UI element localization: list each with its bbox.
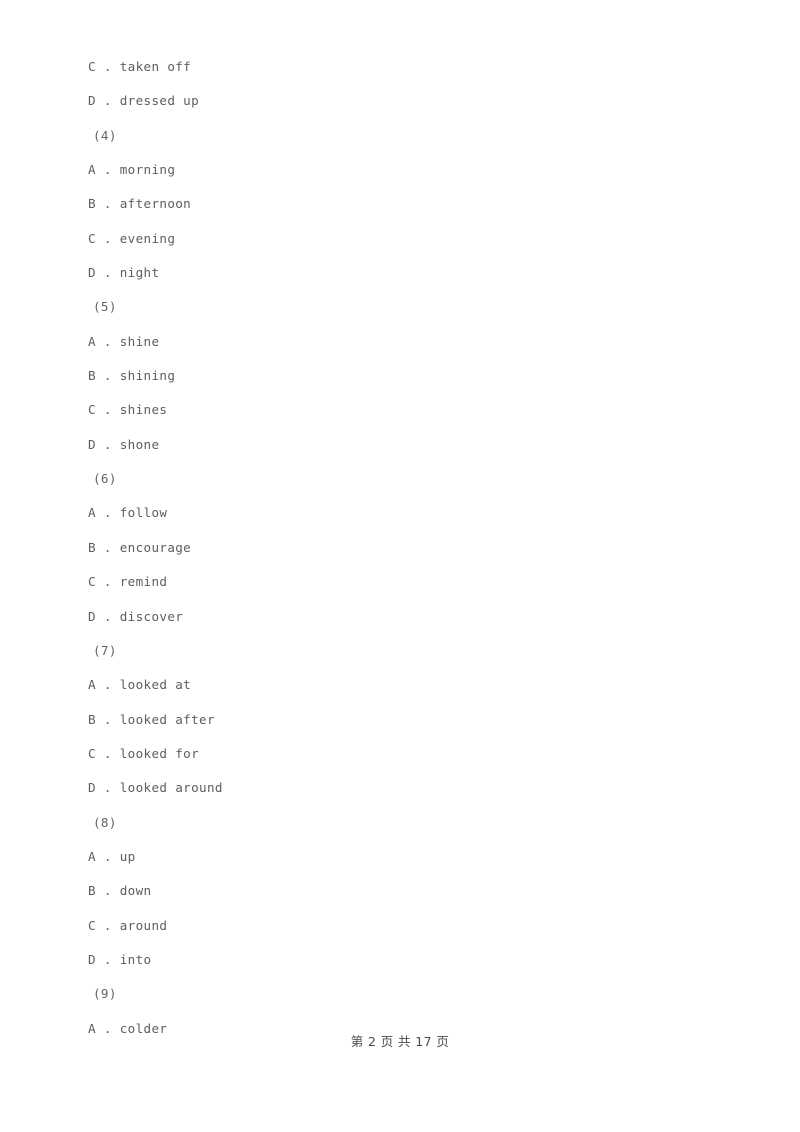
document-page: C . taken off D . dressed up (4) A . mornin… [0, 0, 800, 1132]
answer-option: D . discover [88, 608, 184, 624]
answer-option: C . remind [88, 574, 168, 590]
page-footer: 第 2 页 共 17 页 [350, 1034, 450, 1049]
answer-option: A . looked at [88, 677, 192, 693]
answer-option: B . encourage [88, 539, 192, 555]
answer-option: A . follow [88, 505, 168, 521]
answer-option: C . evening [88, 230, 176, 246]
answer-option: C . around [88, 917, 168, 933]
answer-option: D . looked around [88, 780, 223, 796]
answer-option: A . morning [88, 162, 176, 178]
answer-option: B . shining [88, 368, 176, 384]
answer-option: D . dressed up [88, 93, 200, 109]
answer-option: D . into [88, 951, 152, 967]
question-options-list: C . taken off D . dressed up (4) A . mornin… [88, 50, 728, 1046]
question-number: (4) [93, 127, 117, 143]
answer-option: B . afternoon [88, 196, 192, 212]
answer-option: B . looked after [88, 711, 215, 727]
answer-option: A . shine [88, 333, 160, 349]
question-number: (8) [93, 814, 117, 830]
answer-option: A . up [88, 848, 136, 864]
answer-option: B . down [88, 883, 152, 899]
question-number: (5) [93, 299, 117, 315]
answer-option: D . shone [88, 436, 160, 452]
question-number: (6) [93, 471, 117, 487]
answer-option: C . taken off [88, 59, 192, 74]
question-number: (7) [93, 642, 117, 658]
answer-option: D . night [88, 265, 160, 281]
answer-option: C . looked for [88, 745, 200, 761]
question-number: (9) [93, 986, 117, 1002]
answer-option: C . shines [88, 402, 168, 418]
